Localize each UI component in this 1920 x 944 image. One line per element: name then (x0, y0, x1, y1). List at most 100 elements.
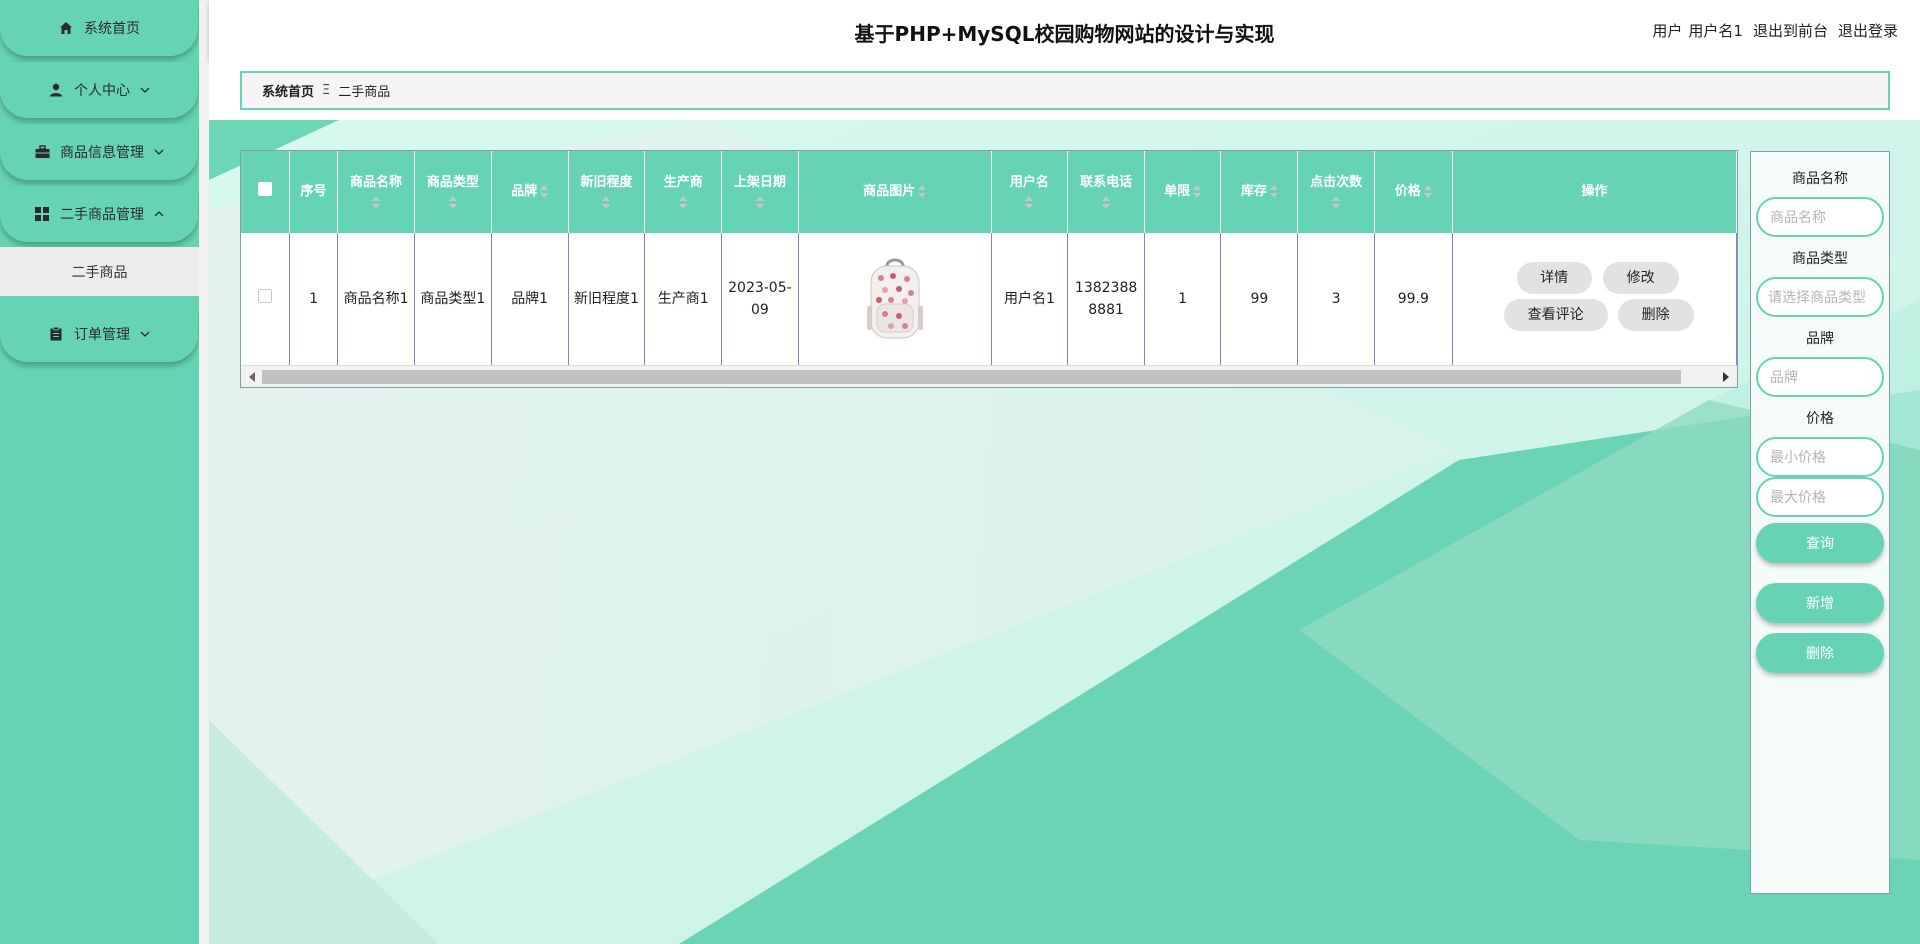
sidebar: 系统首页 个人中心 商品信息管理 二手商品管理 二手商品 订单管理 (0, 0, 199, 944)
sort-icon[interactable] (1102, 196, 1111, 210)
type-filter-label: 商品类型 (1792, 251, 1848, 267)
sort-icon[interactable] (602, 196, 611, 210)
sort-icon[interactable] (1332, 196, 1341, 210)
breadcrumb: 系统首页 Ξ 二手商品 (240, 71, 1890, 110)
header-brand[interactable]: 品牌 (491, 151, 569, 233)
row-select-cell (241, 233, 290, 365)
home-icon (58, 20, 74, 36)
header-phone[interactable]: 联系电话 (1067, 151, 1145, 233)
breadcrumb-current: 二手商品 (338, 85, 391, 100)
cell-condition: 新旧程度1 (568, 233, 646, 365)
header-limit[interactable]: 单限 (1144, 151, 1222, 233)
cell-image (798, 233, 992, 365)
header-maker[interactable]: 生产商 (644, 151, 723, 233)
add-button[interactable]: 新增 (1756, 583, 1884, 623)
scrollbar-thumb[interactable] (262, 370, 1681, 384)
sort-icon[interactable] (755, 196, 764, 210)
price-filter-label: 价格 (1806, 411, 1834, 427)
header-price[interactable]: 价格 (1374, 151, 1453, 233)
cell-type: 商品类型1 (414, 233, 492, 365)
top-header: 基于PHP+MySQL校园购物网站的设计与实现 用户 用户名1 退出到前台 退出… (209, 0, 1920, 60)
cell-phone: 13823888881 (1067, 233, 1145, 365)
briefcase-icon (34, 144, 50, 160)
sort-icon[interactable] (372, 196, 381, 210)
scroll-left-arrow-icon[interactable] (249, 372, 255, 382)
breadcrumb-area: 系统首页 Ξ 二手商品 (209, 60, 1920, 120)
header-type[interactable]: 商品类型 (414, 151, 492, 233)
logout-link[interactable]: 退出登录 (1838, 20, 1898, 41)
cell-brand: 品牌1 (491, 233, 569, 365)
header-actions: 操作 (1452, 151, 1737, 233)
chevron-down-icon (140, 329, 150, 339)
header-date[interactable]: 上架日期 (721, 151, 799, 233)
sidebar-item-label: 二手商品管理 (60, 207, 144, 223)
cell-clicks: 3 (1297, 233, 1375, 365)
type-filter-select[interactable]: 请选择商品类型 (1756, 277, 1884, 317)
user-name: 用户名1 (1688, 22, 1743, 40)
cell-limit: 1 (1144, 233, 1222, 365)
sidebar-item-label: 个人中心 (74, 83, 130, 99)
header-image[interactable]: 商品图片 (798, 151, 992, 233)
header-name[interactable]: 商品名称 (337, 151, 415, 233)
sort-icon[interactable] (448, 196, 457, 210)
sidebar-subitem-label: 二手商品 (71, 264, 128, 281)
sort-icon[interactable] (918, 184, 927, 199)
sidebar-divider (199, 0, 209, 944)
brand-filter-input[interactable]: 品牌 (1756, 357, 1884, 397)
user-role-label: 用户 (1652, 22, 1683, 40)
cell-price: 99.9 (1374, 233, 1453, 365)
edit-button[interactable]: 修改 (1602, 262, 1679, 294)
min-price-input[interactable]: 最小价格 (1756, 437, 1884, 477)
sort-icon[interactable] (1193, 184, 1202, 199)
sort-icon[interactable] (1025, 196, 1034, 210)
breadcrumb-home[interactable]: 系统首页 (262, 81, 314, 100)
sidebar-item-label: 商品信息管理 (60, 145, 144, 161)
name-filter-input[interactable]: 商品名称 (1756, 197, 1884, 237)
cell-user: 用户名1 (991, 233, 1069, 365)
detail-button[interactable]: 详情 (1516, 262, 1592, 294)
cell-index: 1 (289, 233, 339, 365)
name-filter-label: 商品名称 (1792, 171, 1848, 187)
backpack-image[interactable] (863, 256, 927, 342)
header-user[interactable]: 用户名 (991, 151, 1069, 233)
select-all-checkbox[interactable] (257, 182, 272, 196)
grid-icon (34, 206, 50, 222)
sidebar-item-orders[interactable]: 订单管理 (0, 306, 198, 362)
delete-row-button[interactable]: 删除 (1617, 299, 1694, 331)
header-condition[interactable]: 新旧程度 (568, 151, 646, 233)
sidebar-item-goods-info[interactable]: 商品信息管理 (0, 124, 198, 180)
sidebar-subitem-secondhand-goods[interactable]: 二手商品 (0, 247, 199, 296)
view-comments-button[interactable]: 查看评论 (1503, 299, 1608, 331)
sort-icon[interactable] (679, 196, 688, 210)
cell-actions: 详情 修改 查看评论 删除 (1452, 233, 1737, 365)
cell-name: 商品名称1 (337, 233, 415, 365)
header-user-area: 用户 用户名1 退出到前台 退出登录 (1652, 20, 1898, 41)
sidebar-item-profile[interactable]: 个人中心 (0, 62, 198, 118)
header-stock[interactable]: 库存 (1220, 151, 1299, 233)
row-checkbox[interactable] (257, 289, 272, 303)
cell-maker: 生产商1 (644, 233, 723, 365)
batch-delete-button[interactable]: 删除 (1756, 633, 1884, 673)
select-all-cell (241, 151, 290, 233)
chevron-up-icon (154, 209, 164, 219)
header-index: 序号 (289, 151, 339, 233)
exit-to-front-link[interactable]: 退出到前台 (1753, 20, 1828, 41)
header-clicks[interactable]: 点击次数 (1297, 151, 1375, 233)
sort-icon[interactable] (1269, 184, 1278, 199)
user-icon (48, 82, 64, 98)
sidebar-item-home[interactable]: 系统首页 (0, 0, 198, 56)
sidebar-item-secondhand[interactable]: 二手商品管理 (0, 186, 198, 242)
max-price-input[interactable]: 最大价格 (1756, 477, 1884, 517)
horizontal-scrollbar[interactable] (241, 365, 1737, 387)
clipboard-icon (48, 326, 64, 342)
cell-date: 2023-05-09 (721, 233, 799, 365)
sort-icon[interactable] (540, 184, 549, 199)
chevron-down-icon (154, 147, 164, 157)
goods-table: 序号 商品名称 商品类型 品牌 新旧程度 生产商 上架日期 商品图片 用户名 联… (240, 150, 1738, 388)
query-button[interactable]: 查询 (1756, 523, 1884, 563)
table-row: 1 商品名称1 商品类型1 品牌1 新旧程度1 生产商1 2023-05-09 (241, 233, 1737, 365)
search-panel: 商品名称 商品名称 商品类型 请选择商品类型 品牌 品牌 价格 最小价格 最大价… (1750, 151, 1890, 894)
scroll-right-arrow-icon[interactable] (1723, 372, 1729, 382)
chevron-down-icon (140, 85, 150, 95)
sort-icon[interactable] (1423, 184, 1432, 199)
